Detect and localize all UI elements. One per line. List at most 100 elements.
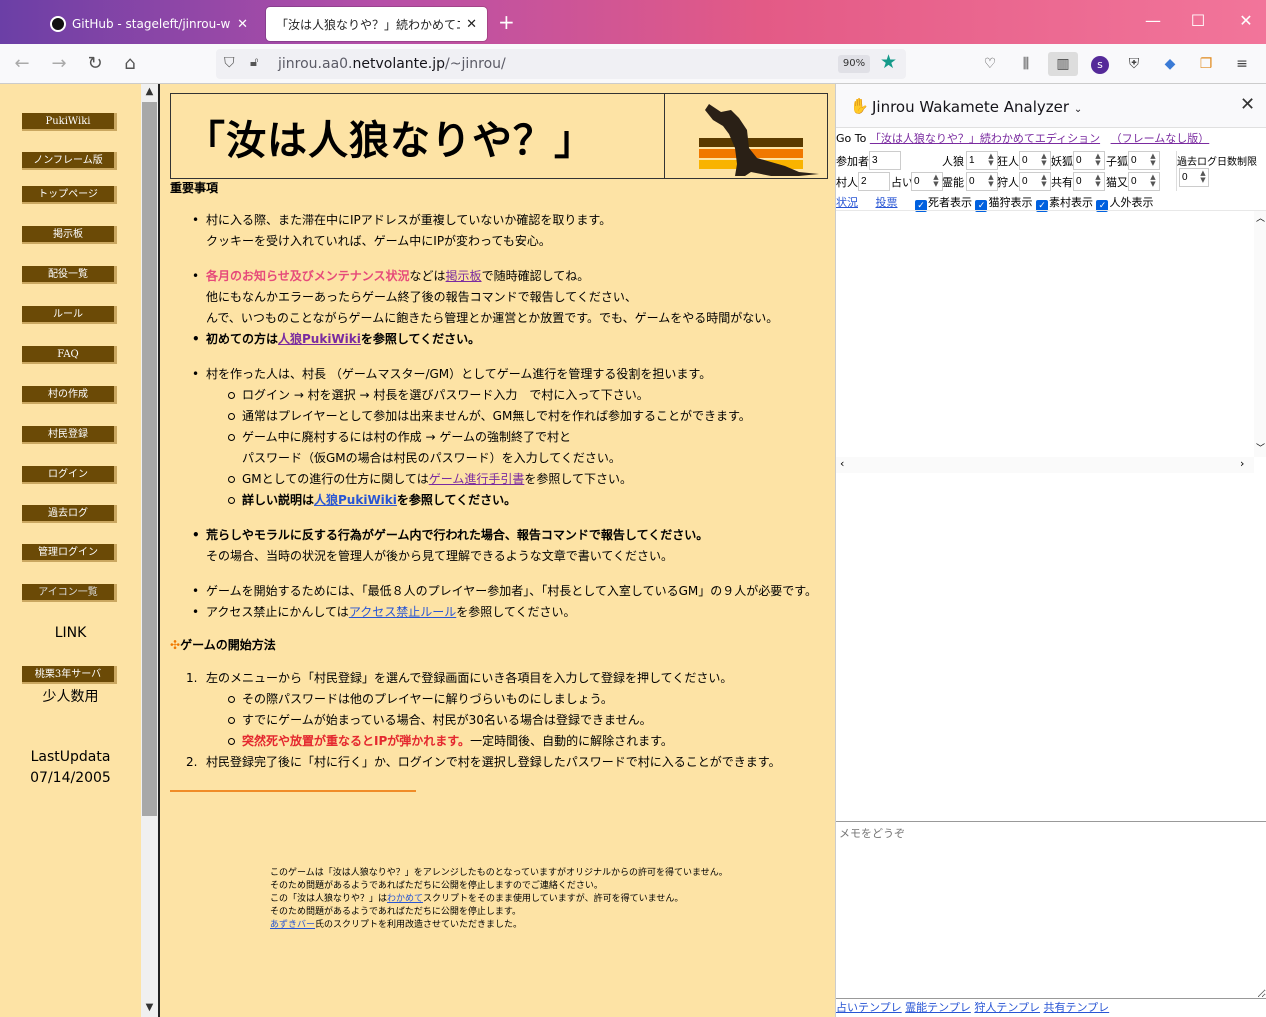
check-plain-villager[interactable]: ✓ 素村表示 [1035, 196, 1093, 212]
title-cell: 「汝は人狼なりや？」 [171, 94, 665, 178]
azukibar-link[interactable]: あずきバー [270, 920, 315, 930]
pocket-icon[interactable]: ♡ [978, 52, 1002, 76]
close-icon[interactable]: ✕ [466, 17, 477, 32]
forward-icon[interactable]: → [47, 52, 71, 76]
menu-nonframe[interactable]: ノンフレーム版 [22, 152, 117, 170]
menu-icon[interactable]: ≡ [1230, 52, 1254, 76]
spinner-icon[interactable]: ▲ ▼ [930, 174, 942, 189]
scroll-up-icon[interactable]: ▲ [141, 86, 158, 97]
menu-bbs[interactable]: 掲示板 [22, 226, 117, 244]
item-text: 村に入る際、また滞在中にIPアドレスが重複していないか確認を取ります。 [206, 213, 612, 227]
sidebar-title[interactable]: Jinrou Wakamete Analyzer ⌄ [872, 98, 1082, 116]
server-button[interactable]: 桃栗3年サーバ [22, 666, 117, 684]
medium-template-link[interactable]: 霊能テンプレ [905, 1001, 971, 1014]
page-title: 「汝は人狼なりや？」 [185, 118, 595, 164]
spinner-icon[interactable]: ▲ ▼ [1038, 153, 1050, 168]
vote-link[interactable]: 投票 [875, 196, 897, 209]
sidebar-icon[interactable]: ▥ [1048, 52, 1078, 76]
spinner-icon[interactable]: ▲ ▼ [985, 153, 997, 168]
start-list: 1. 左のメニューから「村民登録」を選んで登録画面にいき各項目を入力して登録を押し… [186, 668, 831, 773]
pukiwiki-link-2[interactable]: 人狼PukiWiki [314, 493, 397, 507]
close-icon[interactable]: ✕ [1240, 94, 1255, 115]
bookmark-star-icon[interactable]: ★ [880, 51, 897, 73]
mason-template-link[interactable]: 共有テンプレ [1044, 1001, 1110, 1014]
access-ban-link[interactable]: アクセス禁止ルール [349, 605, 456, 619]
spinner-icon[interactable]: ▲ ▼ [985, 174, 997, 189]
window-close-icon[interactable]: ✕ [1234, 10, 1258, 32]
memo-textarea[interactable] [836, 821, 1266, 999]
spinner-icon[interactable]: ▲ ▼ [1092, 153, 1104, 168]
list-item-cont: 他にもなんかエラーあったらゲーム終了後の報告コマンドで報告してください、 [206, 290, 637, 304]
tab-label: 「汝は人狼なりや？」続わかめてエディシ [276, 17, 460, 32]
menu-create-village[interactable]: 村の作成 [22, 386, 117, 404]
title-box: 「汝は人狼なりや？」 [170, 93, 828, 179]
pukiwiki-link[interactable]: 人狼PukiWiki [278, 332, 361, 346]
minimize-icon[interactable]: — [1141, 10, 1165, 32]
participants-input[interactable] [869, 151, 901, 170]
scroll-thumb[interactable] [142, 102, 157, 816]
menu-login[interactable]: ログイン [22, 466, 117, 484]
menu-past-log[interactable]: 過去ログ [22, 505, 117, 523]
extension-shield-icon[interactable]: ⛨ [1122, 52, 1146, 76]
menu-icon-list[interactable]: アイコン一覧 [22, 584, 117, 602]
tab-github[interactable]: GitHub - stageleft/jinrou-wakam ✕ [40, 7, 258, 41]
log-area[interactable]: ︿ ﹀ ‹ › [836, 210, 1266, 473]
list-item: • 村を作った人は、村長 （ゲームマスター/GM）としてゲーム進行を管理する役割を… [192, 367, 712, 381]
zoom-level[interactable]: 90% [838, 55, 870, 73]
scroll-down-icon: ﹀ [1255, 444, 1265, 454]
tab-label: GitHub - stageleft/jinrou-wakam [72, 17, 231, 31]
menu-rules[interactable]: ルール [22, 306, 117, 324]
wakamete-link[interactable]: わかめて [387, 894, 423, 904]
check-catguard[interactable]: ✓ 猫狩表示 [975, 196, 1032, 212]
home-icon[interactable]: ⌂ [118, 52, 142, 76]
extension-container-icon[interactable]: ❐ [1194, 52, 1218, 76]
maximize-icon[interactable]: ☐ [1186, 10, 1210, 32]
menu-pukiwiki[interactable]: PukiWiki [22, 113, 117, 131]
url-bar[interactable]: ⛉ 🔓︎ jinrou.aa0.netvolante.jp/~jinrou/ 9… [216, 49, 906, 79]
shield-icon[interactable]: ⛉ [224, 55, 235, 71]
new-tab-icon[interactable]: + [498, 10, 515, 34]
reload-icon[interactable]: ↻ [83, 52, 107, 76]
log-vertical-scrollbar[interactable]: ︿ ﹀ [1254, 211, 1266, 457]
spinner-icon[interactable]: ▲ ▼ [1147, 153, 1159, 168]
spinner-icon[interactable]: ▲ ▼ [1147, 174, 1159, 189]
spinner-icon[interactable]: ▲ ▼ [1197, 170, 1209, 185]
check-nonhuman[interactable]: ✓ 人外表示 [1096, 196, 1153, 212]
menu-register[interactable]: 村民登録 [22, 426, 117, 444]
goto-noframe-link[interactable]: （フレームなし版） [1111, 132, 1210, 145]
library-icon[interactable]: ⫼ [1014, 52, 1038, 76]
scroll-down-icon[interactable]: ▼ [141, 1002, 158, 1013]
goto-village-link[interactable]: 「汝は人狼なりや？」続わかめてエディション [870, 132, 1100, 145]
seer-template-link[interactable]: 占いテンプレ [836, 1001, 902, 1014]
extension-diamond-icon[interactable]: ◆ [1158, 52, 1182, 76]
tab-jinrou[interactable]: 「汝は人狼なりや？」続わかめてエディシ ✕ [266, 7, 487, 41]
sidebar-header: ✋ Jinrou Wakamete Analyzer ⌄ ✕ [836, 84, 1266, 128]
menu-roles[interactable]: 配役一覧 [22, 266, 117, 284]
ordered-item: 2. 村民登録完了後に「村に行く」か、ログインで村を選択し登録したパスワードで村に… [186, 755, 781, 769]
log-horizontal-scrollbar[interactable]: ‹ › [836, 457, 1254, 473]
sub-item-cont: パスワード（仮GMの場合は村民のパスワード）を入力してください。 [242, 451, 621, 465]
menu-admin-login[interactable]: 管理ログイン [22, 544, 117, 562]
maintenance-notice: 各月のお知らせ及びメンテナンス状況 [206, 269, 410, 283]
gm-manual-link[interactable]: ゲーム進行手引書 [429, 472, 525, 486]
left-scrollbar[interactable]: ▲ ▼ [141, 84, 158, 1017]
start-heading: ✣ゲームの開始方法 [170, 638, 276, 652]
check-dead[interactable]: ✓ 死者表示 [914, 196, 972, 212]
back-icon[interactable]: ← [10, 52, 34, 76]
list-item-cont: んで、いつものことながらゲームに飽きたら管理とか運営とか放置です。でも、ゲームを… [206, 311, 779, 325]
pastlog-label: 過去ログ日数制限 [1177, 157, 1257, 168]
sub-item: ゲーム中に廃村するには村の作成 → ゲームの強制終了で村と [192, 427, 832, 448]
hunter-template-link[interactable]: 狩人テンプレ [974, 1001, 1040, 1014]
list-item: • 初めての方は人狼PukiWikiを参照してください。 [192, 332, 481, 346]
close-icon[interactable]: ✕ [237, 17, 248, 32]
bbs-link[interactable]: 掲示板 [446, 269, 482, 283]
counter-madman: 狂人 ▲▼ [997, 151, 1055, 170]
menu-faq[interactable]: FAQ [22, 346, 117, 364]
menu-top-page[interactable]: トップページ [22, 186, 117, 204]
status-link[interactable]: 状況 [836, 196, 858, 209]
spinner-icon[interactable]: ▲ ▼ [1092, 174, 1104, 189]
lock-icon[interactable]: 🔓︎ [250, 55, 258, 70]
villager-input[interactable] [858, 172, 890, 191]
spinner-icon[interactable]: ▲ ▼ [1038, 174, 1050, 189]
account-icon[interactable]: s [1088, 52, 1112, 76]
